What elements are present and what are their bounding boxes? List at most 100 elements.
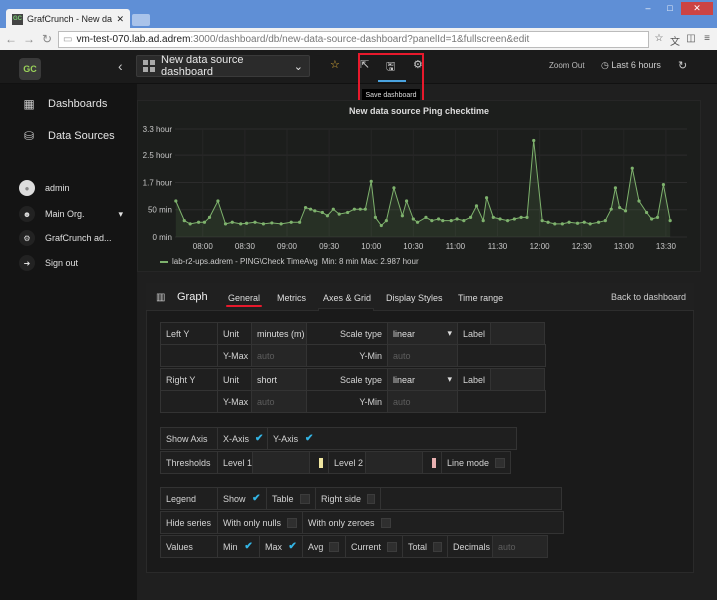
right-y-min-input[interactable]: auto: [387, 390, 458, 413]
level1-input[interactable]: [252, 451, 310, 474]
right-y-label-input[interactable]: [490, 368, 545, 391]
y-axis-toggle[interactable]: Y-Axis ✔: [267, 427, 517, 450]
database-icon: ⛁: [23, 129, 35, 143]
left-y-scale-select[interactable]: linear ▾: [387, 322, 458, 345]
values-current-toggle[interactable]: Current: [345, 535, 403, 558]
address-bar[interactable]: ▭ vm-test-070.lab.ad.adrem:3000/dashboar…: [58, 30, 649, 48]
line-mode-toggle[interactable]: Line mode: [441, 451, 511, 474]
checkbox: [329, 541, 340, 552]
legend-right-side-toggle[interactable]: Right side: [315, 487, 381, 510]
hide-zeroes-toggle[interactable]: With only zeroes: [302, 511, 564, 534]
left-y-min-input[interactable]: auto: [387, 344, 458, 367]
right-y-unit-select[interactable]: short: [251, 368, 307, 391]
browser-tab[interactable]: GC GrafCrunch - New data sour ✕: [6, 9, 130, 29]
minimize-icon[interactable]: –: [637, 2, 659, 15]
sidebar-item-label: Data Sources: [48, 130, 115, 142]
tab-general[interactable]: General: [228, 293, 260, 303]
star-icon[interactable]: ☆: [330, 58, 340, 71]
data-point: [202, 220, 207, 224]
data-point: [618, 205, 622, 210]
back-icon[interactable]: ←: [4, 32, 18, 46]
data-point: [575, 221, 580, 225]
tab-display-styles[interactable]: Display Styles: [386, 293, 443, 303]
sidebar-item-dashboards[interactable]: ▦ Dashboards: [22, 97, 107, 111]
legend-table-toggle[interactable]: Table: [266, 487, 316, 510]
data-point: [474, 204, 479, 208]
x-tick-label: 10:30: [403, 242, 424, 251]
left-y-unit-select[interactable]: minutes (m): [251, 322, 307, 345]
decimals-input[interactable]: auto: [492, 535, 548, 558]
data-point: [253, 220, 257, 224]
sign-out-icon: ➜: [19, 255, 35, 271]
dashboard-grid-icon: [143, 60, 155, 72]
menu-icon[interactable]: ≡: [701, 33, 713, 45]
tab-time-range[interactable]: Time range: [458, 293, 503, 303]
extension-icon[interactable]: ◫: [685, 33, 697, 45]
chevron-left-icon[interactable]: ‹: [118, 58, 123, 74]
x-axis-toggle[interactable]: X-Axis ✔: [217, 427, 268, 450]
bookmark-star-icon[interactable]: ☆: [653, 33, 665, 45]
tab-metrics[interactable]: Metrics: [277, 293, 306, 303]
close-window-icon[interactable]: ✕: [681, 2, 713, 15]
data-point: [613, 186, 618, 190]
legend-show-toggle[interactable]: Show ✔: [217, 487, 267, 510]
values-total-toggle[interactable]: Total: [402, 535, 448, 558]
caret-down-icon: ⌄: [293, 60, 303, 73]
left-y-label-input[interactable]: [490, 322, 545, 345]
tab-axes-grid[interactable]: Axes & Grid: [323, 293, 371, 303]
decimals-label: Decimals: [447, 535, 493, 558]
data-point: [308, 207, 313, 211]
caret-down-icon: ▾: [447, 374, 452, 384]
level1-color[interactable]: [309, 451, 329, 474]
left-y-max-input[interactable]: auto: [251, 344, 307, 367]
show-axis-row: Show Axis X-Axis ✔ Y-Axis ✔: [160, 427, 517, 450]
data-point: [223, 222, 228, 226]
line-chart[interactable]: 0 min 50 min 1.7 hour 2.5 hour 3.3 hour 08:00…: [137, 118, 701, 253]
forward-icon[interactable]: →: [22, 32, 36, 46]
legend-stats: Min: 8 min Max: 2.987 hour: [321, 257, 419, 266]
legend-series-name[interactable]: lab-r2-ups.adrem - PING\Check TimeAvg: [172, 257, 318, 266]
values-min-toggle[interactable]: Min ✔: [217, 535, 260, 558]
right-y-max-input[interactable]: auto: [251, 390, 307, 413]
values-max-toggle[interactable]: Max ✔: [259, 535, 303, 558]
favicon-icon: GC: [12, 13, 23, 25]
series-line: [175, 140, 671, 227]
data-point: [441, 219, 445, 223]
data-point: [525, 215, 529, 219]
hide-nulls-toggle[interactable]: With only nulls: [217, 511, 303, 534]
sign-out[interactable]: ➜ Sign out: [19, 255, 78, 271]
app-settings[interactable]: ⚙ GrafCrunch ad...: [19, 230, 112, 246]
x-tick-label: 09:00: [277, 242, 298, 251]
data-point: [415, 220, 420, 224]
data-point: [424, 215, 428, 219]
new-tab-button[interactable]: [132, 14, 150, 26]
back-to-dashboard-link[interactable]: Back to dashboard: [611, 292, 686, 302]
x-tick-label: 08:00: [193, 242, 214, 251]
zoom-out-button[interactable]: Zoom Out: [549, 61, 585, 70]
translate-icon[interactable]: 文: [669, 33, 681, 48]
reload-icon[interactable]: ↻: [40, 32, 54, 46]
panel-title[interactable]: New data source Ping checktime: [137, 106, 701, 116]
max-label: Max: [265, 541, 283, 552]
time-range-picker[interactable]: ◷ Last 6 hours: [601, 60, 661, 71]
dashboard-picker[interactable]: New data source dashboard ⌄: [136, 54, 310, 78]
data-point: [603, 219, 607, 223]
refresh-icon[interactable]: ↻: [678, 59, 687, 72]
user-menu[interactable]: ● admin: [19, 180, 70, 196]
data-point: [244, 221, 249, 225]
app-logo[interactable]: GC: [19, 58, 41, 80]
close-tab-icon[interactable]: ✕: [116, 14, 124, 25]
data-point: [553, 222, 557, 226]
spacer: [160, 390, 218, 413]
org-switcher[interactable]: ☻ Main Org. ▾: [19, 206, 123, 222]
level2-color[interactable]: [422, 451, 442, 474]
left-y-minmax-row: Y-Max auto Y-Min auto: [160, 344, 546, 367]
values-avg-toggle[interactable]: Avg: [302, 535, 346, 558]
level2-input[interactable]: [365, 451, 423, 474]
data-point: [298, 220, 302, 224]
right-y-scale-select[interactable]: linear ▾: [387, 368, 458, 391]
sidebar-item-data-sources[interactable]: ⛁ Data Sources: [22, 129, 115, 143]
ymin-label: Y-Min: [306, 344, 388, 367]
maximize-icon[interactable]: □: [659, 2, 681, 15]
data-point: [540, 219, 544, 223]
